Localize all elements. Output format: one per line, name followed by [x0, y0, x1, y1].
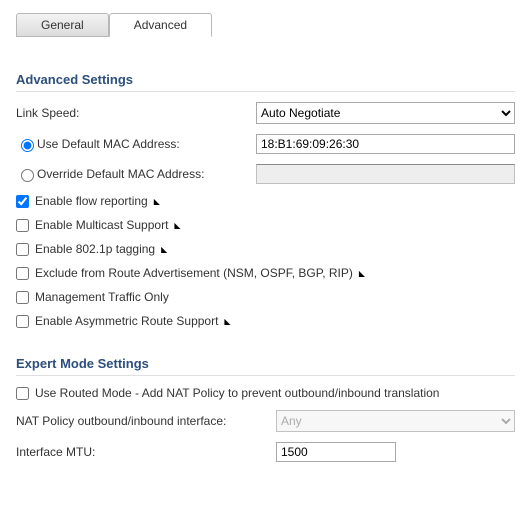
dot1p-label: Enable 802.1p tagging [35, 242, 155, 256]
mgmt-only-checkbox[interactable] [16, 291, 29, 304]
tab-advanced-label: Advanced [134, 18, 187, 32]
exclude-route-row: Exclude from Route Advertisement (NSM, O… [16, 266, 515, 280]
mtu-label: Interface MTU: [16, 445, 276, 459]
advanced-settings-heading: Advanced Settings [16, 72, 515, 92]
mgmt-only-label: Management Traffic Only [35, 290, 169, 304]
exclude-route-marker-icon: ◣ [359, 269, 365, 278]
nat-policy-row: NAT Policy outbound/inbound interface: A… [16, 410, 515, 432]
exclude-route-checkbox[interactable] [16, 267, 29, 280]
routed-mode-checkbox[interactable] [16, 387, 29, 400]
use-default-mac-radio[interactable] [21, 139, 34, 152]
expert-settings-heading: Expert Mode Settings [16, 356, 515, 376]
flow-reporting-row: Enable flow reporting ◣ [16, 194, 515, 208]
nat-policy-label: NAT Policy outbound/inbound interface: [16, 414, 276, 428]
flow-reporting-label: Enable flow reporting [35, 194, 148, 208]
multicast-checkbox[interactable] [16, 219, 29, 232]
link-speed-label: Link Speed: [16, 106, 256, 120]
mtu-input[interactable] [276, 442, 396, 462]
override-mac-radio[interactable] [21, 169, 34, 182]
use-default-mac-label: Use Default MAC Address: [37, 137, 180, 151]
mtu-row: Interface MTU: [16, 442, 515, 462]
asym-route-checkbox[interactable] [16, 315, 29, 328]
exclude-route-label: Exclude from Route Advertisement (NSM, O… [35, 266, 353, 280]
dot1p-marker-icon: ◣ [161, 245, 167, 254]
tab-general[interactable]: General [16, 13, 109, 37]
flow-marker-icon: ◣ [154, 197, 160, 206]
dot1p-checkbox[interactable] [16, 243, 29, 256]
use-default-mac-row: Use Default MAC Address: [16, 134, 515, 154]
flow-reporting-checkbox[interactable] [16, 195, 29, 208]
override-mac-row: Override Default MAC Address: [16, 164, 515, 184]
asym-route-marker-icon: ◣ [224, 317, 230, 326]
tab-bar: General Advanced [16, 12, 515, 36]
asym-route-row: Enable Asymmetric Route Support ◣ [16, 314, 515, 328]
default-mac-input[interactable] [256, 134, 515, 154]
multicast-marker-icon: ◣ [174, 221, 180, 230]
override-mac-label: Override Default MAC Address: [37, 167, 204, 181]
mgmt-only-row: Management Traffic Only [16, 290, 515, 304]
tab-general-label: General [41, 18, 84, 32]
link-speed-row: Link Speed: Auto Negotiate [16, 102, 515, 124]
routed-mode-label: Use Routed Mode - Add NAT Policy to prev… [35, 386, 439, 400]
dot1p-row: Enable 802.1p tagging ◣ [16, 242, 515, 256]
multicast-label: Enable Multicast Support [35, 218, 168, 232]
link-speed-select[interactable]: Auto Negotiate [256, 102, 515, 124]
asym-route-label: Enable Asymmetric Route Support [35, 314, 218, 328]
multicast-row: Enable Multicast Support ◣ [16, 218, 515, 232]
routed-mode-row: Use Routed Mode - Add NAT Policy to prev… [16, 386, 515, 400]
override-mac-input [256, 164, 515, 184]
tab-advanced[interactable]: Advanced [109, 13, 212, 37]
nat-policy-select: Any [276, 410, 515, 432]
